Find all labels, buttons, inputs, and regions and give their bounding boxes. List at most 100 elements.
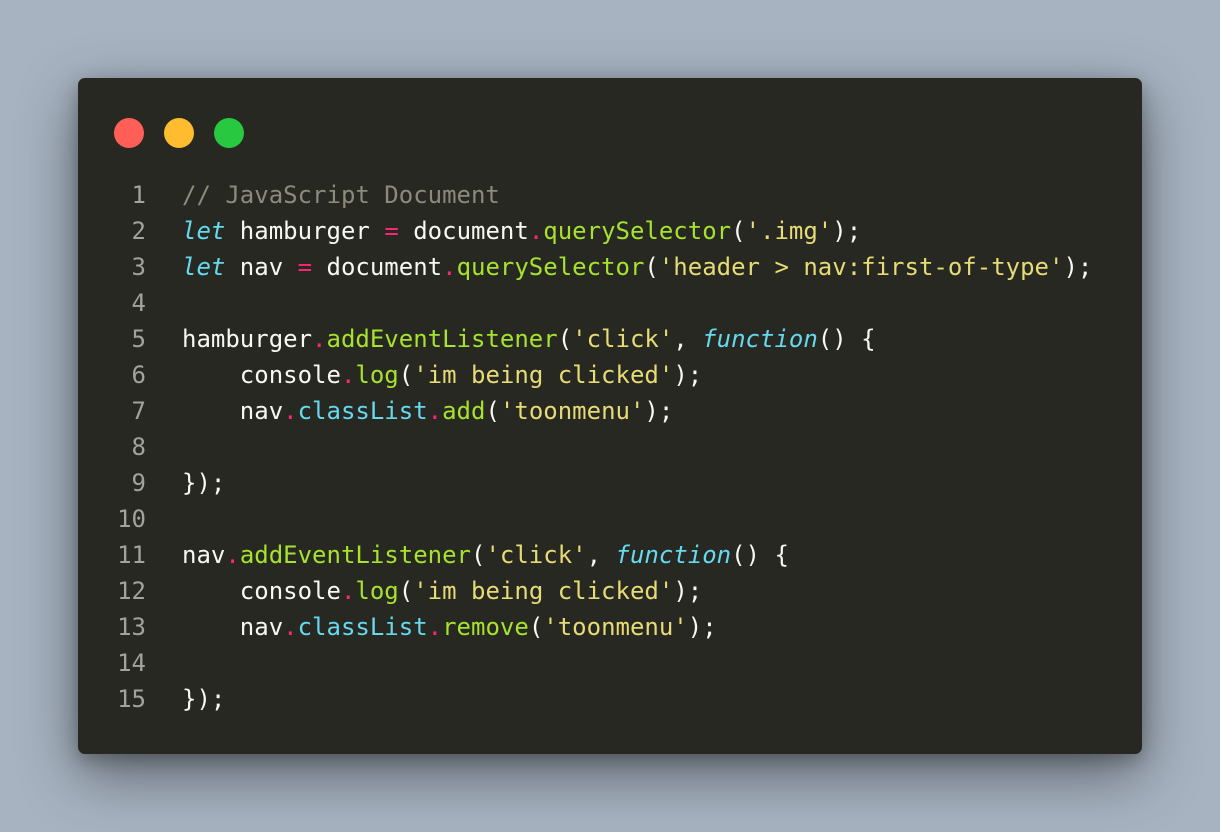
code-token: }); — [182, 469, 226, 497]
code-token: querySelector — [543, 217, 732, 245]
line-source: nav.classList.remove('toonmenu'); — [146, 609, 717, 645]
code-token: . — [340, 361, 356, 389]
line-number: 9 — [131, 469, 146, 497]
code-token: . — [427, 613, 443, 641]
code-token: ( — [644, 253, 659, 281]
code-token: // JavaScript Document — [182, 181, 500, 209]
code-token: ( — [485, 397, 500, 425]
line-number: 12 — [117, 577, 146, 605]
line-number: 8 — [131, 433, 146, 461]
code-token: function — [702, 325, 818, 353]
code-token: ); — [1063, 253, 1093, 281]
code-token: let — [182, 253, 226, 281]
line-source — [146, 285, 182, 321]
code-token: 'header > nav:first-of-type' — [658, 253, 1064, 281]
line-source — [146, 501, 182, 537]
code-token: ); — [832, 217, 862, 245]
zoom-button[interactable] — [214, 118, 244, 148]
code-block: 1 // JavaScript Document 2 let hamburger = … — [78, 177, 1092, 717]
code-token: . — [442, 253, 457, 281]
code-token: . — [225, 541, 240, 569]
code-token: querySelector — [456, 253, 645, 281]
window-controls — [114, 118, 244, 148]
code-token: 'toonmenu' — [499, 397, 645, 425]
line-source: }); — [146, 465, 225, 501]
code-token: ( — [398, 577, 414, 605]
code-line: 15}); — [78, 681, 1092, 717]
line-source: }); — [146, 681, 225, 717]
code-token: ); — [673, 361, 703, 389]
code-line: 1 // JavaScript Document — [78, 177, 1092, 213]
line-number: 15 — [117, 685, 146, 713]
code-token: ); — [673, 577, 703, 605]
code-token: console — [182, 361, 341, 389]
code-token: document — [312, 253, 443, 281]
line-source: nav.classList.add('toonmenu'); — [146, 393, 674, 429]
code-token: classList — [297, 613, 428, 641]
code-line: 3 let nav = document.querySelector('heade… — [78, 249, 1093, 285]
code-token: , — [673, 325, 703, 353]
code-token: }); — [182, 685, 226, 713]
code-line: 10 — [78, 501, 1092, 537]
code-token: classList — [297, 397, 428, 425]
code-token: , — [586, 541, 616, 569]
code-token: hamburger — [225, 217, 385, 245]
line-source: nav.addEventListener('click', function()… — [146, 537, 789, 573]
close-button[interactable] — [114, 118, 144, 148]
code-line: 14 — [78, 645, 1092, 681]
code-token: addEventListener — [239, 541, 471, 569]
code-token: . — [340, 577, 356, 605]
line-number: 6 — [131, 361, 146, 389]
line-source: let hamburger = document.querySelector('… — [146, 213, 861, 249]
line-source — [146, 645, 182, 681]
code-token: ( — [471, 541, 486, 569]
line-source: hamburger.addEventListener('click', func… — [146, 321, 876, 357]
line-number: 11 — [117, 541, 146, 569]
code-token: log — [355, 577, 399, 605]
code-line: 4 — [78, 285, 1092, 321]
code-token: remove — [442, 613, 529, 641]
code-token: let — [182, 217, 226, 245]
line-number: 4 — [131, 289, 146, 317]
code-token: ( — [557, 325, 573, 353]
line-number: 3 — [131, 253, 146, 281]
line-number: 13 — [117, 613, 146, 641]
code-line: 6 console.log('im being clicked'); — [78, 357, 1092, 393]
code-token: nav — [182, 613, 284, 641]
code-token: 'click' — [572, 325, 674, 353]
code-token: log — [355, 361, 399, 389]
code-token: ( — [528, 613, 544, 641]
code-token: ); — [687, 613, 717, 641]
code-token: = — [384, 217, 399, 245]
line-number: 5 — [131, 325, 146, 353]
code-token: '.img' — [745, 217, 833, 245]
code-token: . — [528, 217, 544, 245]
code-token: nav — [225, 253, 298, 281]
line-number: 7 — [131, 397, 146, 425]
code-token: 'im being clicked' — [413, 361, 674, 389]
code-token: . — [427, 397, 443, 425]
line-number: 2 — [131, 217, 146, 245]
code-token: . — [312, 325, 327, 353]
code-token: . — [283, 397, 298, 425]
code-token: ); — [644, 397, 674, 425]
code-line: 7 nav.classList.add('toonmenu'); — [78, 393, 1092, 429]
code-token: . — [283, 613, 298, 641]
line-source — [146, 429, 182, 465]
line-number: 10 — [117, 505, 146, 533]
line-number: 1 — [131, 181, 146, 209]
code-token: 'toonmenu' — [543, 613, 688, 641]
line-source: console.log('im being clicked'); — [146, 573, 702, 609]
code-line: 11 nav.addEventListener('click', function… — [78, 537, 1092, 573]
code-token: nav — [182, 541, 226, 569]
code-token: 'im being clicked' — [413, 577, 674, 605]
minimize-button[interactable] — [164, 118, 194, 148]
code-token: = — [297, 253, 313, 281]
code-token: ( — [398, 361, 414, 389]
code-token: 'click' — [485, 541, 587, 569]
code-token: console — [182, 577, 341, 605]
code-line: 5 hamburger.addEventListener('click', fun… — [78, 321, 1092, 357]
code-token: ( — [731, 217, 746, 245]
code-line: 9}); — [78, 465, 1092, 501]
code-line: 8 — [78, 429, 1092, 465]
